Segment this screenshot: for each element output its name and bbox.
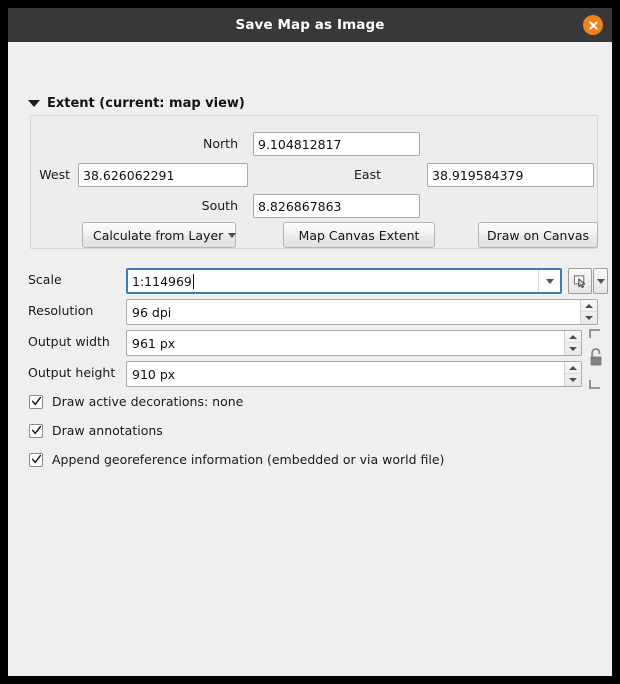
dialog-body: Extent (current: map view) North West Ea… [8, 42, 612, 676]
save-map-as-image-dialog: Save Map as Image Extent (current: map v… [8, 8, 612, 676]
resolution-spinner-up[interactable] [581, 300, 597, 312]
north-label: North [203, 136, 238, 151]
caret-up-icon [569, 334, 577, 339]
draw-annotations-checkbox[interactable]: Draw annotations [29, 423, 163, 438]
scale-data-defined-dropdown-button[interactable] [593, 268, 608, 294]
output-height-value[interactable]: 910 px [127, 362, 564, 386]
checkbox-box [29, 423, 43, 438]
output-width-spinbox[interactable]: 961 px [126, 330, 582, 356]
append-georeference-checkbox[interactable]: Append georeference information (embedde… [29, 452, 444, 467]
draw-on-canvas-button[interactable]: Draw on Canvas [478, 222, 598, 248]
south-input[interactable] [253, 194, 420, 218]
caret-down-icon [569, 378, 577, 382]
close-button[interactable] [583, 15, 603, 35]
west-label: West [39, 167, 70, 182]
scale-data-defined-override-button[interactable] [568, 268, 592, 294]
caret-down-icon [585, 316, 593, 320]
lock-aspect-ratio-button[interactable] [586, 328, 606, 390]
north-input[interactable] [253, 132, 420, 156]
scale-label: Scale [28, 272, 62, 287]
output-width-value[interactable]: 961 px [127, 331, 564, 355]
check-icon [31, 396, 41, 406]
resolution-spinbox[interactable]: 96 dpi [126, 299, 598, 325]
draw-on-canvas-label: Draw on Canvas [486, 227, 590, 243]
resolution-value[interactable]: 96 dpi [127, 300, 580, 324]
unlocked-padlock-icon [589, 329, 602, 389]
checkbox-box [29, 452, 43, 467]
draw-annotations-label: Draw annotations [52, 423, 163, 438]
east-input[interactable] [427, 163, 594, 187]
output-height-spinner-up[interactable] [565, 362, 581, 374]
window-title: Save Map as Image [235, 17, 385, 33]
chevron-down-icon [596, 278, 605, 284]
chevron-down-icon [28, 100, 40, 107]
scale-combobox[interactable]: 1:114969 [126, 268, 562, 294]
west-input[interactable] [78, 163, 248, 187]
output-width-spinner[interactable] [564, 331, 581, 355]
east-label: East [354, 167, 381, 182]
extent-group-header[interactable]: Extent (current: map view) [28, 96, 245, 111]
title-bar: Save Map as Image [8, 8, 612, 42]
caret-up-icon [585, 303, 593, 308]
map-canvas-extent-button[interactable]: Map Canvas Extent [283, 222, 435, 248]
output-width-spinner-down[interactable] [565, 343, 581, 355]
chevron-down-icon [545, 278, 554, 284]
data-defined-override-icon [573, 274, 585, 288]
checkbox-box [29, 394, 43, 409]
text-cursor [192, 273, 194, 289]
output-height-spinner[interactable] [564, 362, 581, 386]
draw-decorations-label: Draw active decorations: none [52, 394, 244, 409]
output-height-spinbox[interactable]: 910 px [126, 361, 582, 387]
check-icon [31, 425, 41, 435]
caret-down-icon [569, 347, 577, 351]
resolution-spinner[interactable] [580, 300, 597, 324]
caret-up-icon [569, 365, 577, 370]
check-icon [31, 454, 41, 464]
map-canvas-extent-label: Map Canvas Extent [298, 227, 420, 243]
close-icon [588, 20, 598, 30]
output-height-spinner-down[interactable] [565, 374, 581, 386]
resolution-spinner-down[interactable] [581, 312, 597, 324]
scale-dropdown-button[interactable] [538, 270, 560, 292]
resolution-label: Resolution [28, 303, 94, 318]
chevron-down-icon [228, 232, 237, 238]
output-width-spinner-up[interactable] [565, 331, 581, 343]
south-label: South [201, 198, 238, 213]
output-height-label: Output height [28, 365, 116, 380]
output-width-label: Output width [28, 334, 110, 349]
calculate-from-layer-button[interactable]: Calculate from Layer [82, 222, 237, 248]
extent-group-title: Extent (current: map view) [47, 96, 245, 111]
draw-decorations-checkbox[interactable]: Draw active decorations: none [29, 394, 243, 409]
calculate-from-layer-label: Calculate from Layer [93, 227, 224, 243]
append-georeference-label: Append georeference information (embedde… [52, 452, 445, 467]
scale-value[interactable]: 1:114969 [128, 273, 538, 289]
